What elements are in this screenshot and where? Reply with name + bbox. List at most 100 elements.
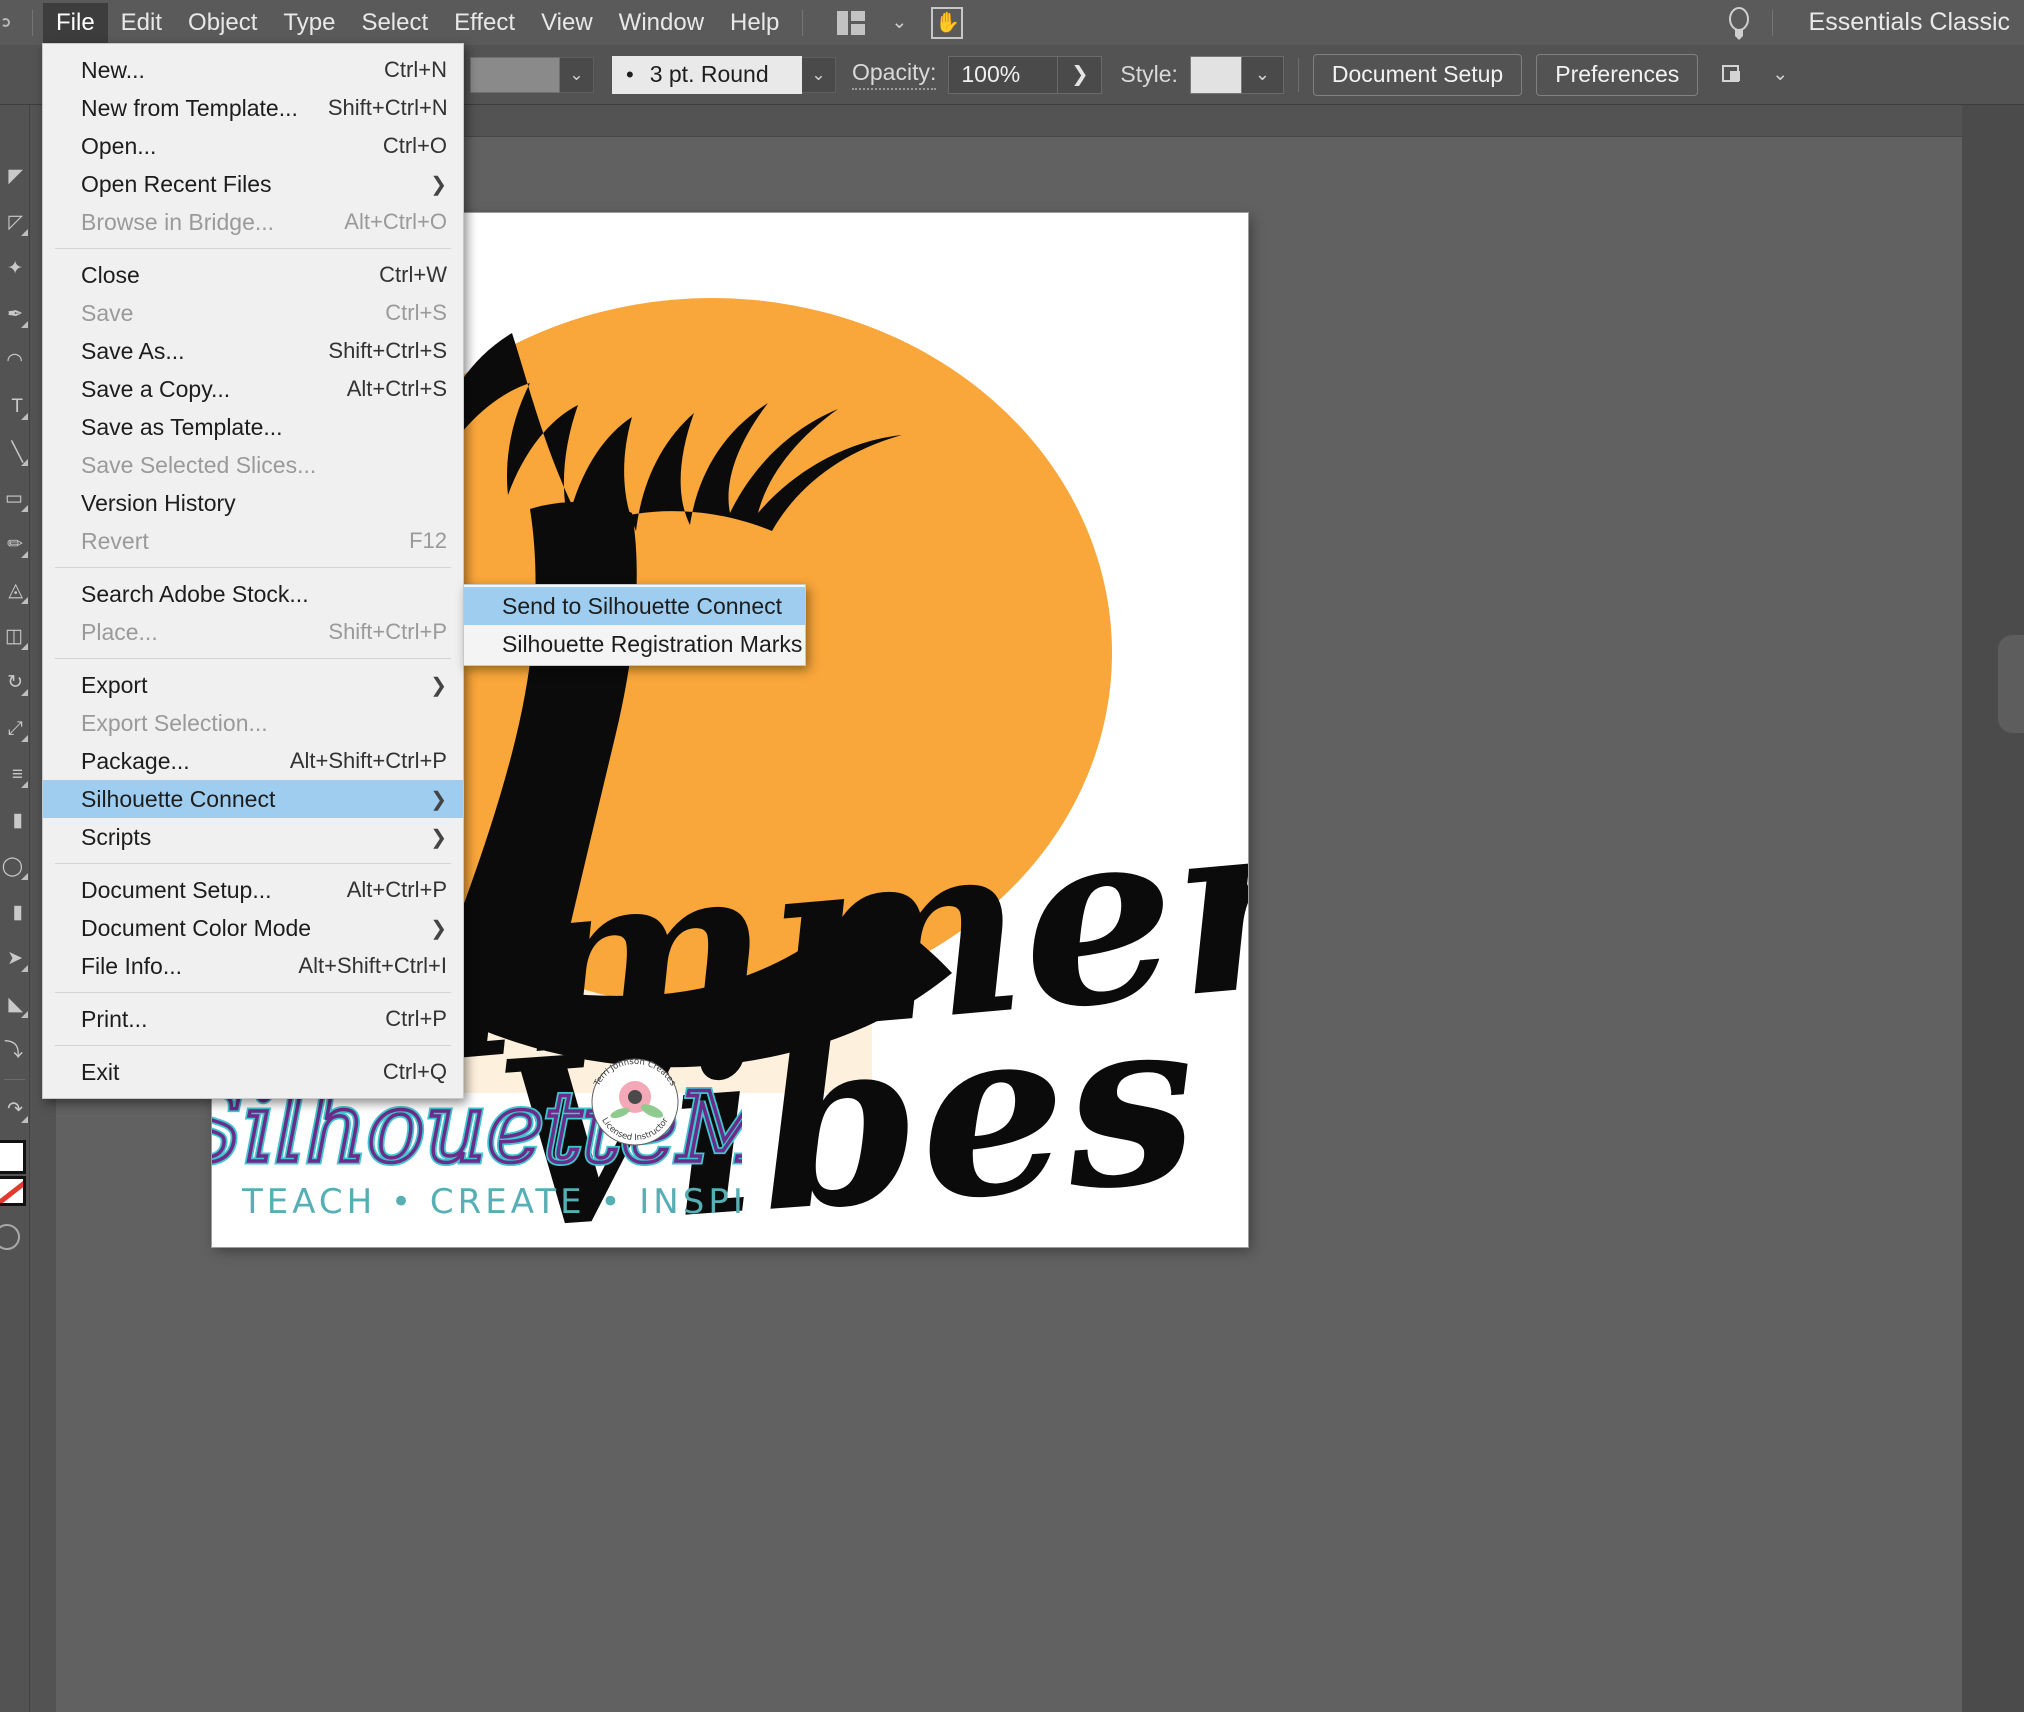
selection-tool[interactable]: ◤: [0, 153, 30, 199]
free-transform-tool[interactable]: ▮: [0, 797, 30, 843]
magic-wand-tool[interactable]: ✦: [0, 245, 30, 291]
menu-item-new[interactable]: New... Ctrl+N: [43, 51, 463, 89]
menu-item-shortcut: Ctrl+O: [382, 133, 447, 158]
menu-item-print[interactable]: Print... Ctrl+P: [43, 1000, 463, 1038]
app-home-icon[interactable]: [0, 0, 22, 45]
lightbulb-icon[interactable]: [1716, 3, 1762, 43]
submenu-item-silhouette-registration-marks[interactable]: Silhouette Registration Marks: [464, 625, 805, 663]
menu-item-document-color-mode[interactable]: Document Color Mode ❯: [43, 909, 463, 947]
hand-tool-icon[interactable]: ✋: [925, 4, 969, 42]
type-tool[interactable]: T: [0, 383, 30, 429]
curvature-tool[interactable]: ◠: [0, 337, 30, 383]
style-chevron-down-icon[interactable]: ⌄: [1241, 55, 1284, 94]
workspace-name[interactable]: Essentials Classic: [1783, 8, 2010, 37]
style-label: Style:: [1120, 61, 1178, 87]
menu-item-close[interactable]: Close Ctrl+W: [43, 256, 463, 294]
menu-window[interactable]: Window: [606, 3, 717, 43]
menu-item-label: Open...: [81, 132, 157, 159]
scale-tool[interactable]: ⤢: [0, 705, 30, 751]
menu-item-label: Save as Template...: [81, 413, 283, 440]
menubar-divider-3: [1771, 9, 1773, 36]
line-segment-tool[interactable]: ╲: [0, 429, 30, 475]
document-setup-button[interactable]: Document Setup: [1312, 53, 1523, 96]
fill-swatch[interactable]: [0, 1140, 26, 1174]
menu-item-revert: Revert F12: [43, 522, 463, 560]
gradient-tool[interactable]: ▮: [0, 889, 30, 935]
silhouette-connect-submenu[interactable]: Send to Silhouette Connect Silhouette Re…: [463, 584, 806, 666]
menu-item-export[interactable]: Export ❯: [43, 666, 463, 704]
menu-item-label: New...: [81, 56, 145, 83]
menu-item-label: Search Adobe Stock...: [81, 580, 309, 607]
menu-item-silhouette-connect[interactable]: Silhouette Connect ❯: [43, 780, 463, 818]
rotate-view-tool[interactable]: ↷: [0, 1086, 30, 1132]
menu-item-save-as-template[interactable]: Save as Template...: [43, 408, 463, 446]
color-mode-icon[interactable]: [0, 1224, 20, 1250]
stroke-swatch-none[interactable]: [0, 1176, 26, 1206]
shape-builder-tool[interactable]: ◯: [0, 843, 30, 889]
opacity-expand-arrow-icon[interactable]: ❯: [1058, 55, 1103, 94]
menu-item-document-setup[interactable]: Document Setup... Alt+Ctrl+P: [43, 871, 463, 909]
file-menu-dropdown[interactable]: New... Ctrl+N New from Template... Shift…: [42, 43, 464, 1099]
licensed-instructor-badge: Terri Johnson Creates Licensed Instructo…: [591, 1057, 679, 1146]
menu-object[interactable]: Object: [175, 3, 270, 43]
menu-item-label: Export Selection...: [81, 709, 268, 736]
menu-divider: [55, 248, 451, 249]
menu-item-save-selected-slices: Save Selected Slices...: [43, 446, 463, 484]
eraser-tool[interactable]: ◫: [0, 613, 30, 659]
menu-item-exit[interactable]: Exit Ctrl+Q: [43, 1053, 463, 1091]
stroke-bullet-icon: •: [626, 61, 634, 87]
direct-selection-tool[interactable]: ◸: [0, 199, 30, 245]
menu-item-search-adobe-stock[interactable]: Search Adobe Stock...: [43, 575, 463, 613]
panel-collapse-tab[interactable]: [1998, 635, 2024, 733]
graphic-style-swatch[interactable]: [1189, 55, 1242, 94]
menu-item-file-info[interactable]: File Info... Alt+Shift+Ctrl+I: [43, 947, 463, 985]
workspace-layout-icon[interactable]: [829, 4, 873, 42]
width-tool[interactable]: ≡: [0, 751, 30, 797]
menu-view[interactable]: View: [528, 3, 606, 43]
menu-item-package[interactable]: Package... Alt+Shift+Ctrl+P: [43, 742, 463, 780]
submenu-arrow-icon: ❯: [430, 826, 447, 849]
arrange-documents-icon[interactable]: [1714, 56, 1758, 94]
menu-item-shortcut: Alt+Ctrl+O: [344, 209, 447, 234]
menu-item-version-history[interactable]: Version History: [43, 484, 463, 522]
paintbrush-tool[interactable]: ✏: [0, 521, 30, 567]
stroke-weight-chevron-down-icon[interactable]: ⌄: [560, 56, 594, 93]
blend-tool[interactable]: ◣: [0, 981, 30, 1027]
menu-item-save-a-copy[interactable]: Save a Copy... Alt+Ctrl+S: [43, 370, 463, 408]
arrange-chevron-glyph: ⌄: [1772, 64, 1789, 85]
arrange-chevron-down-icon[interactable]: ⌄: [1758, 56, 1802, 94]
menu-select[interactable]: Select: [348, 3, 441, 43]
menu-item-save-as[interactable]: Save As... Shift+Ctrl+S: [43, 332, 463, 370]
menu-item-scripts[interactable]: Scripts ❯: [43, 818, 463, 856]
menu-file[interactable]: File: [43, 2, 108, 43]
menu-effect[interactable]: Effect: [441, 3, 528, 43]
menu-divider: [55, 1045, 451, 1046]
stroke-weight-swatch[interactable]: [470, 56, 560, 93]
chevron-down-icon[interactable]: ⌄: [877, 4, 921, 42]
opacity-input[interactable]: 100%: [948, 55, 1059, 94]
submenu-item-send-to-silhouette-connect[interactable]: Send to Silhouette Connect: [464, 587, 805, 625]
artboard-tool[interactable]: ⤵: [0, 1027, 30, 1073]
stroke-profile-chevron-down-icon[interactable]: ⌄: [802, 56, 836, 93]
menu-type[interactable]: Type: [270, 3, 348, 43]
preferences-button[interactable]: Preferences: [1536, 53, 1699, 96]
menu-item-label: Open Recent Files: [81, 170, 272, 197]
menu-item-open[interactable]: Open... Ctrl+O: [43, 127, 463, 165]
menu-edit[interactable]: Edit: [108, 3, 175, 43]
menu-item-open-recent-files[interactable]: Open Recent Files ❯: [43, 165, 463, 203]
fill-stroke-swatches[interactable]: [0, 1140, 29, 1210]
hand-glyph: ✋: [931, 6, 964, 39]
shaper-tool[interactable]: ◬: [0, 567, 30, 613]
rectangle-tool[interactable]: ▭: [0, 475, 30, 521]
tools-panel: ◤ ◸ ✦ ✒ ◠ T ╲ ▭ ✏ ◬ ◫ ↻ ⤢ ≡ ▮ ◯ ▮ ➤ ◣ ⤵ …: [0, 105, 30, 1712]
menu-item-shortcut: Ctrl+P: [385, 1006, 447, 1031]
stroke-profile-select[interactable]: • 3 pt. Round: [612, 55, 802, 94]
eyedropper-tool[interactable]: ➤: [0, 935, 30, 981]
pen-tool[interactable]: ✒: [0, 291, 30, 337]
menu-divider: [55, 567, 451, 568]
menu-help[interactable]: Help: [717, 3, 792, 43]
rotate-tool[interactable]: ↻: [0, 659, 30, 705]
menu-item-new-from-template[interactable]: New from Template... Shift+Ctrl+N: [43, 89, 463, 127]
menu-item-shortcut: Ctrl+S: [385, 300, 447, 325]
menu-item-label: Save Selected Slices...: [81, 451, 317, 478]
